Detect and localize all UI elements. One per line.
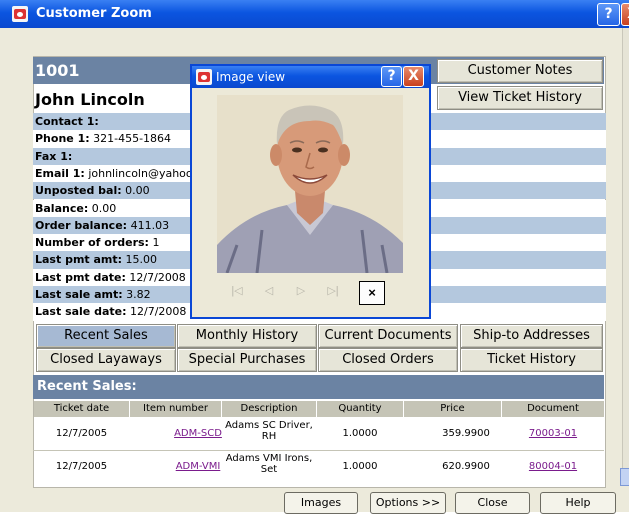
options-button[interactable]: Options >> (370, 492, 446, 514)
col-document[interactable]: Document (502, 401, 605, 417)
col-quantity[interactable]: Quantity (317, 401, 404, 417)
cell-quantity: 1.0000 (342, 461, 378, 472)
customer-id: 1001 (35, 61, 80, 80)
info-value: 321-455-1864 (93, 132, 172, 146)
info-label: Contact 1: (35, 115, 99, 128)
tab-monthly-history[interactable]: Monthly History (177, 324, 317, 348)
close-button[interactable]: Close (455, 492, 530, 514)
cell-price: 359.9900 (442, 428, 490, 439)
tab-ship-to-addresses[interactable]: Ship-to Addresses (460, 324, 603, 348)
help-icon[interactable]: ? (597, 3, 620, 26)
info-label: Order balance: (35, 218, 128, 232)
info-label: Last pmt date: (35, 270, 126, 284)
info-label: Number of orders: (35, 236, 149, 250)
info-value: 3.82 (126, 288, 151, 301)
first-image-icon[interactable]: |◁ (226, 281, 248, 301)
scroll-down-arrow[interactable] (620, 468, 629, 486)
dialog-title: Image view (216, 70, 286, 84)
close-icon[interactable]: X (621, 3, 629, 26)
recent-sales-header: Recent Sales: (33, 375, 604, 399)
customer-name: John Lincoln (35, 90, 145, 109)
tab-closed-layaways[interactable]: Closed Layaways (36, 348, 176, 372)
last-image-icon[interactable]: ▷| (322, 281, 344, 301)
tab-closed-orders[interactable]: Closed Orders (318, 348, 458, 372)
info-label: Unposted bal: (35, 184, 122, 198)
info-value: 15.00 (125, 253, 158, 267)
col-description[interactable]: Description (222, 401, 317, 417)
document-link[interactable]: 80004-01 (502, 461, 604, 472)
help-button[interactable]: Help (540, 492, 616, 514)
app-icon (12, 6, 28, 22)
delete-image-button[interactable]: × (359, 281, 385, 305)
image-view-dialog[interactable]: Image view ? X |◁ ◁ ▷ ▷| × (190, 64, 431, 319)
document-link[interactable]: 70003-01 (502, 428, 604, 439)
tab-ticket-history[interactable]: Ticket History (460, 348, 603, 372)
info-value: 0.00 (125, 184, 150, 198)
cell-price: 620.9900 (442, 461, 490, 472)
cell-description: Adams VMI Irons, Set (225, 453, 313, 475)
table-row[interactable]: 12/7/2005 ADM-VMI Adams VMI Irons, Set 1.… (33, 451, 604, 483)
info-label: Fax 1: (35, 149, 73, 163)
cell-description: Adams SC Driver, RH (225, 420, 313, 442)
info-label: Last pmt amt: (35, 253, 123, 267)
col-price[interactable]: Price (404, 401, 502, 417)
tab-current-documents[interactable]: Current Documents (318, 324, 458, 348)
customer-notes-button[interactable]: Customer Notes (437, 59, 603, 83)
vertical-scrollbar[interactable] (622, 28, 629, 484)
cell-quantity: 1.0000 (342, 428, 378, 439)
info-label: Email 1: (35, 166, 85, 180)
info-label: Last sale amt: (35, 288, 123, 301)
dialog-help-icon[interactable]: ? (381, 66, 402, 87)
view-ticket-history-button[interactable]: View Ticket History (437, 86, 603, 110)
window-titlebar[interactable]: Customer Zoom ? X (0, 0, 629, 28)
table-row[interactable]: 12/7/2005 ADM-SCD Adams SC Driver, RH 1.0… (33, 418, 604, 451)
customer-photo (217, 95, 403, 273)
info-value: 12/7/2008 (129, 270, 186, 284)
dialog-close-icon[interactable]: X (403, 66, 424, 87)
window-title: Customer Zoom (36, 6, 152, 21)
info-label: Phone 1: (35, 132, 90, 146)
info-value: 1 (152, 236, 160, 250)
previous-image-icon[interactable]: ◁ (258, 281, 280, 301)
tab-recent-sales[interactable]: Recent Sales (36, 324, 176, 348)
tab-special-purchases[interactable]: Special Purchases (177, 348, 317, 372)
next-image-icon[interactable]: ▷ (290, 281, 312, 301)
cell-ticket-date: 12/7/2005 (55, 461, 108, 472)
info-value: 0.00 (91, 201, 117, 215)
info-value: 12/7/2008 (130, 305, 187, 319)
images-button[interactable]: Images (284, 492, 358, 514)
col-ticket-date[interactable]: Ticket date (34, 401, 130, 417)
dialog-titlebar[interactable]: Image view ? X (192, 66, 429, 88)
cell-ticket-date: 12/7/2005 (55, 428, 108, 439)
col-item-number[interactable]: Item number (130, 401, 222, 417)
dialog-app-icon (196, 69, 212, 85)
info-label: Balance: (35, 201, 89, 215)
info-label: Last sale date: (35, 305, 127, 319)
info-value: 411.03 (130, 218, 170, 232)
section-title: Recent Sales: (37, 379, 137, 394)
